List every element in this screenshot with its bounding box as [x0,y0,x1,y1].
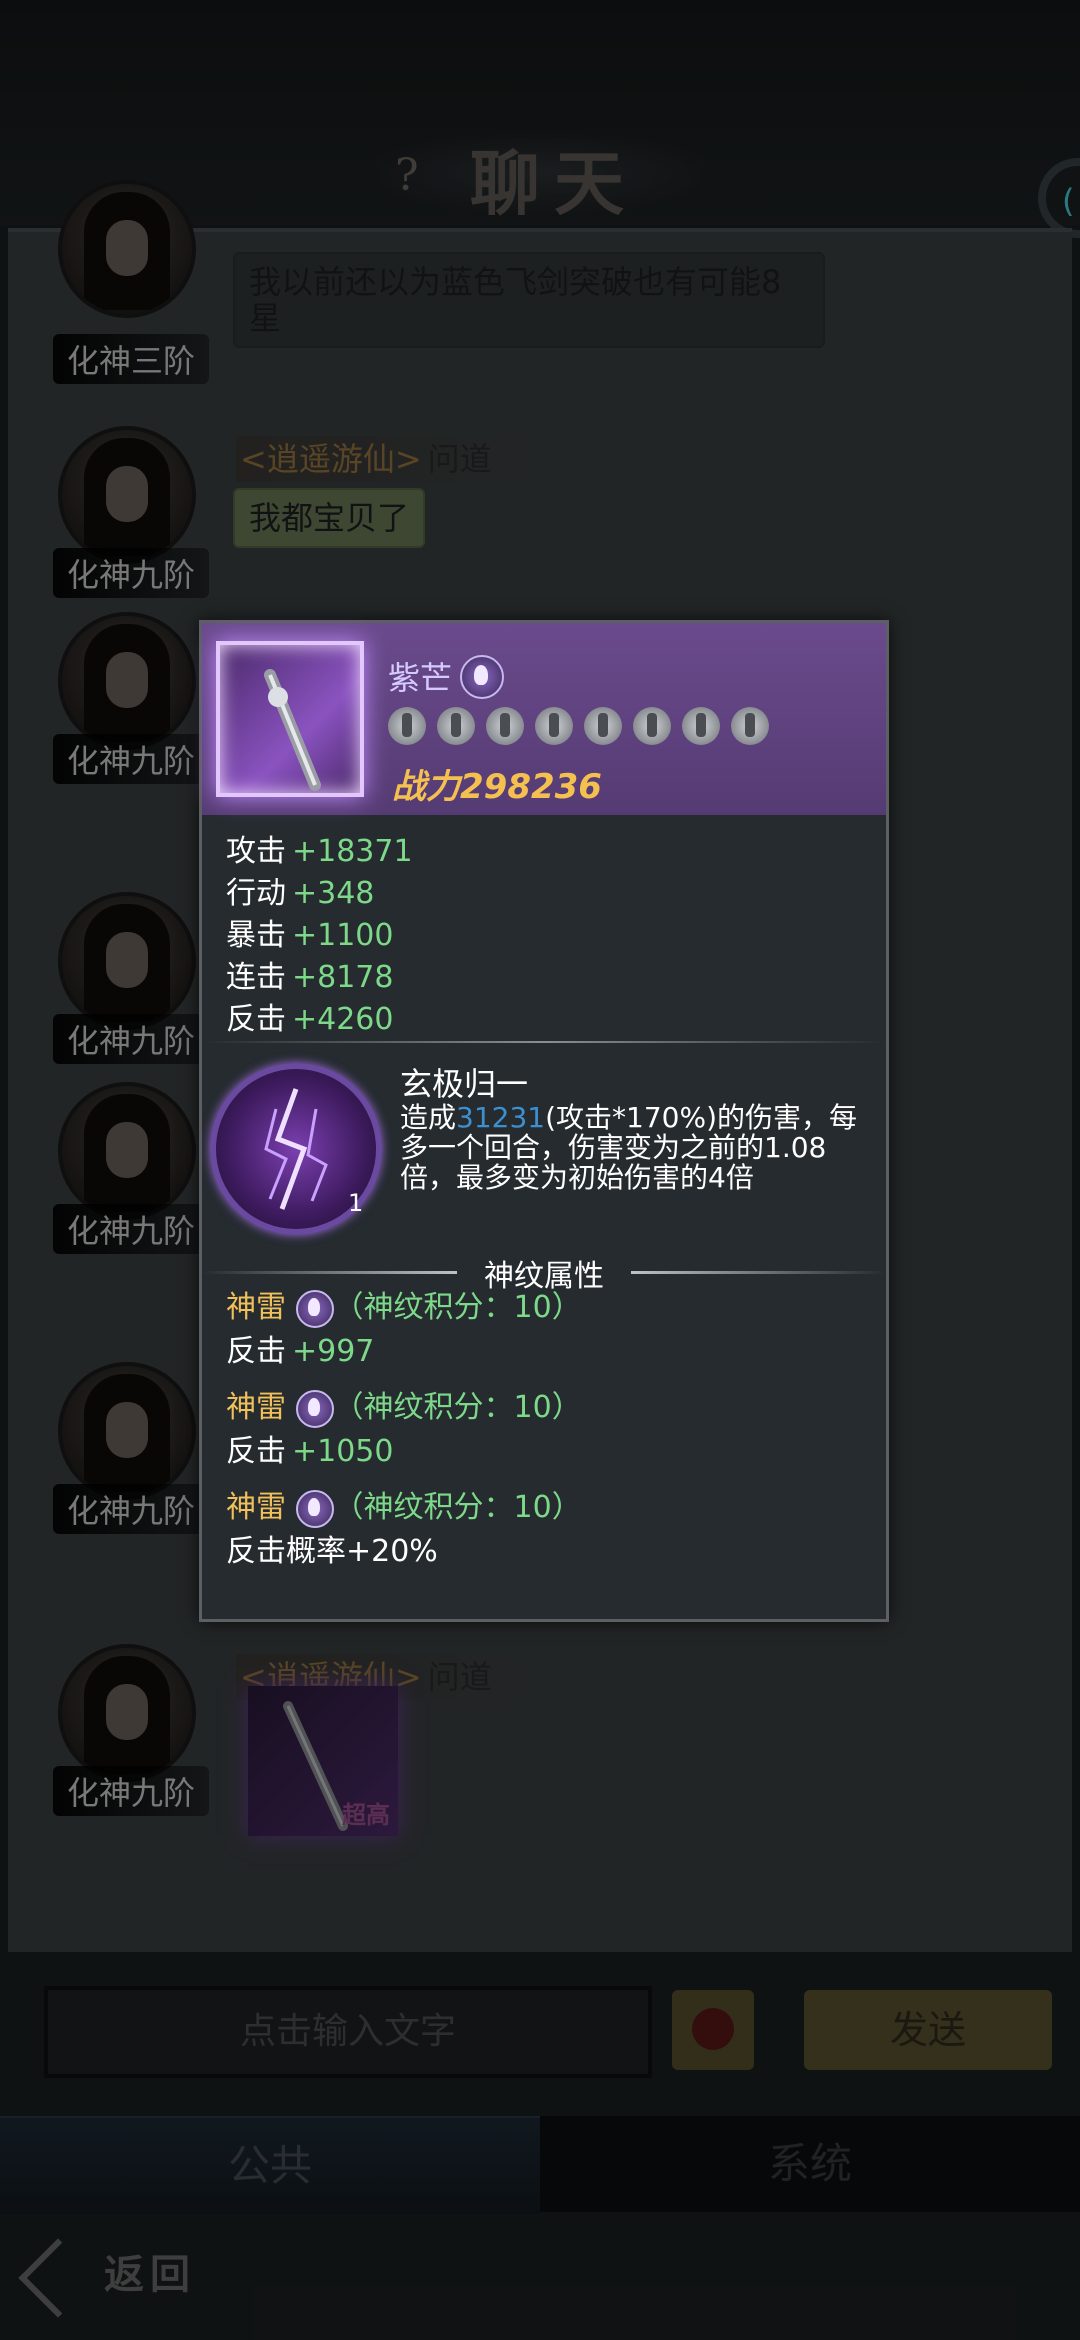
rune-row: 神雷 （神纹积分：10） [226,1287,582,1329]
sword-icon [264,669,321,791]
star-rating [388,707,780,749]
star-icon [682,707,720,745]
stat-list: 攻击 +18371 行动 +348 暴击 +1100 连击 +8178 反击 +4260 [226,831,413,1041]
item-icon-frame [216,641,364,797]
item-header: 紫芒 战力298236 [202,623,886,815]
rune-gem-icon [295,1489,334,1528]
star-icon [388,707,426,745]
skill-icon[interactable]: 1 [210,1063,382,1235]
rune-gem-icon [460,655,504,699]
item-detail-popup: 紫芒 战力298236 攻击 +18371 行动 +348 暴击 +1100 连击 +8… [199,620,889,1622]
rune-effect: 反击 +997 [226,1334,375,1369]
rune-row: 神雷 （神纹积分：10） [226,1387,582,1429]
stat-row: 行动 +348 [226,876,375,911]
rune-effect: 反击 +1050 [226,1434,394,1469]
stat-row: 暴击 +1100 [226,918,394,953]
star-icon [584,707,622,745]
rune-gem-icon [295,1289,334,1328]
stat-row: 攻击 +18371 [226,834,413,869]
skill-level: 1 [348,1189,364,1217]
star-icon [437,707,475,745]
star-icon [731,707,769,745]
rune-effect: 反击概率+20% [226,1534,438,1569]
stat-row: 反击 +4260 [226,1002,394,1037]
skill-name: 玄极归一 [400,1065,529,1103]
star-icon [535,707,573,745]
rune-row: 神雷 （神纹积分：10） [226,1487,582,1529]
item-name: 紫芒 [388,659,453,697]
star-icon [633,707,671,745]
combat-power: 战力298236 [392,767,602,807]
skill-description: 造成31231(攻击*170%)的伤害，每多一个回合，伤害变为之前的1.08倍，… [400,1101,857,1194]
stat-row: 连击 +8178 [226,960,394,995]
rune-gem-icon [295,1389,334,1428]
divider [202,1041,886,1043]
star-icon [486,707,524,745]
